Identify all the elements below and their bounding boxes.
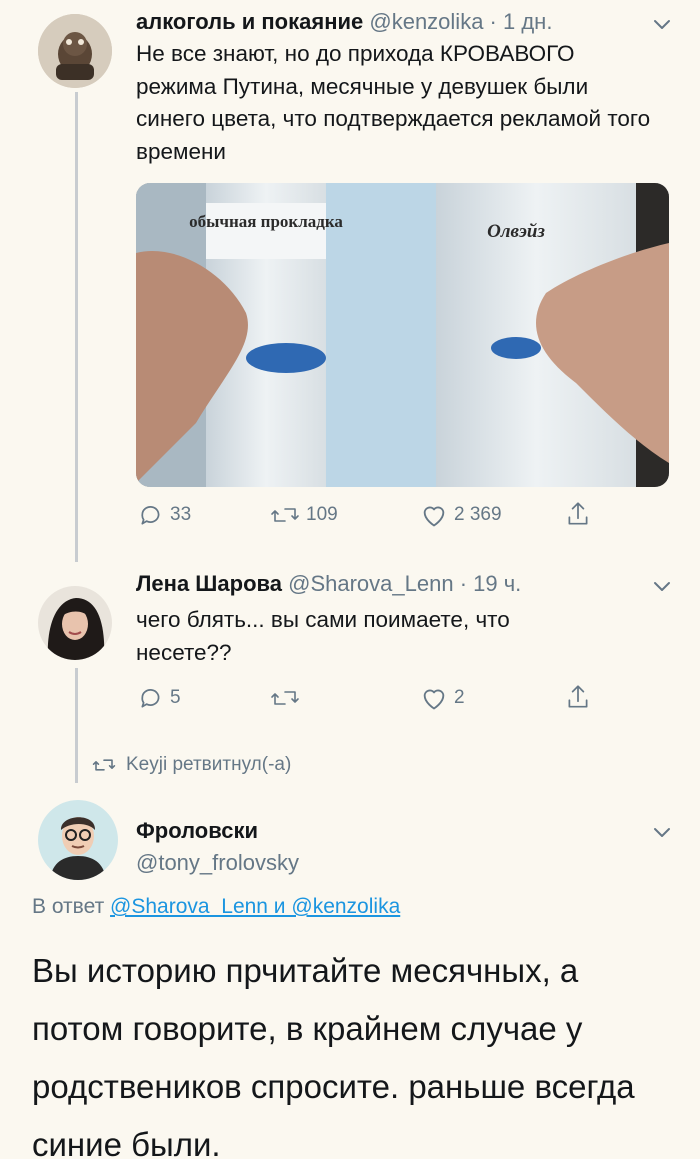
tweet-text: Вы историю прчитайте месячных, а потом г… [32, 952, 635, 1159]
thread-line [75, 668, 78, 783]
tweet-text: Не все знают, но до прихода КРОВАВОГО ре… [136, 41, 651, 164]
like-count: 2 [454, 687, 465, 708]
handle[interactable]: @tony_frolovsky [136, 850, 299, 875]
share-icon [568, 685, 588, 708]
tweet-image[interactable]: обычная прокладка Олвэйз [136, 183, 669, 487]
handle[interactable]: @Sharova_Lenn [288, 571, 453, 596]
retweet-action[interactable]: 109 [270, 502, 338, 528]
like-count: 2 369 [454, 504, 502, 525]
chevron-down-icon[interactable] [650, 12, 674, 36]
reply-to-mentions[interactable]: @Sharova_Lenn и @kenzolika [110, 895, 400, 918]
chevron-down-icon[interactable] [650, 820, 674, 844]
tweet-header: Фроловски [136, 816, 258, 846]
share-icon [568, 502, 588, 525]
retweet-action[interactable] [270, 685, 306, 711]
tweet-text: чего блять... вы сами поимаете, что несе… [136, 607, 510, 665]
display-name[interactable]: Фроловски [136, 818, 258, 843]
reply-to-prefix: В ответ [32, 895, 111, 918]
display-name[interactable]: алкоголь и покаяние [136, 9, 363, 34]
reply-count: 5 [170, 687, 181, 708]
reply-icon [141, 506, 160, 525]
like-icon [423, 506, 445, 527]
reply-count: 33 [170, 504, 192, 525]
like-action[interactable]: 2 [420, 685, 465, 711]
avatar[interactable] [38, 14, 112, 88]
avatar[interactable] [38, 800, 118, 880]
retweet-count: 109 [306, 504, 338, 525]
reply-action[interactable]: 33 [138, 502, 191, 528]
reply-icon [141, 689, 160, 708]
image-label-right: Олвэйз [487, 221, 545, 242]
retweet-note[interactable]: Keyji ретвитнул(-а) [92, 754, 291, 776]
display-name[interactable]: Лена Шарова [136, 571, 282, 596]
like-icon [423, 689, 445, 710]
like-action[interactable]: 2 369 [420, 502, 502, 528]
thread-line [75, 92, 78, 562]
reply-action[interactable]: 5 [138, 685, 181, 711]
tweet-header: алкоголь и покаяние @kenzolika · 1 дн. [136, 7, 552, 37]
retweet-icon [92, 759, 116, 771]
retweet-note-text: Keyji ретвитнул(-а) [126, 754, 292, 775]
handle[interactable]: @kenzolika [369, 9, 483, 34]
timestamp[interactable]: · 19 ч. [454, 571, 522, 596]
retweet-icon [271, 508, 299, 522]
chevron-down-icon[interactable] [650, 574, 674, 598]
reply-to-line: В ответ @Sharova_Lenn и @kenzolika [32, 895, 400, 919]
tweet-header: Лена Шарова @Sharova_Lenn · 19 ч. [136, 569, 521, 599]
image-label-left: обычная прокладка [189, 212, 343, 231]
timestamp[interactable]: · 1 дн. [483, 9, 553, 34]
avatar[interactable] [38, 586, 112, 660]
share-action[interactable] [565, 683, 591, 711]
retweet-icon [271, 691, 299, 705]
share-action[interactable] [565, 500, 591, 528]
handle-row: @tony_frolovsky [136, 848, 299, 878]
